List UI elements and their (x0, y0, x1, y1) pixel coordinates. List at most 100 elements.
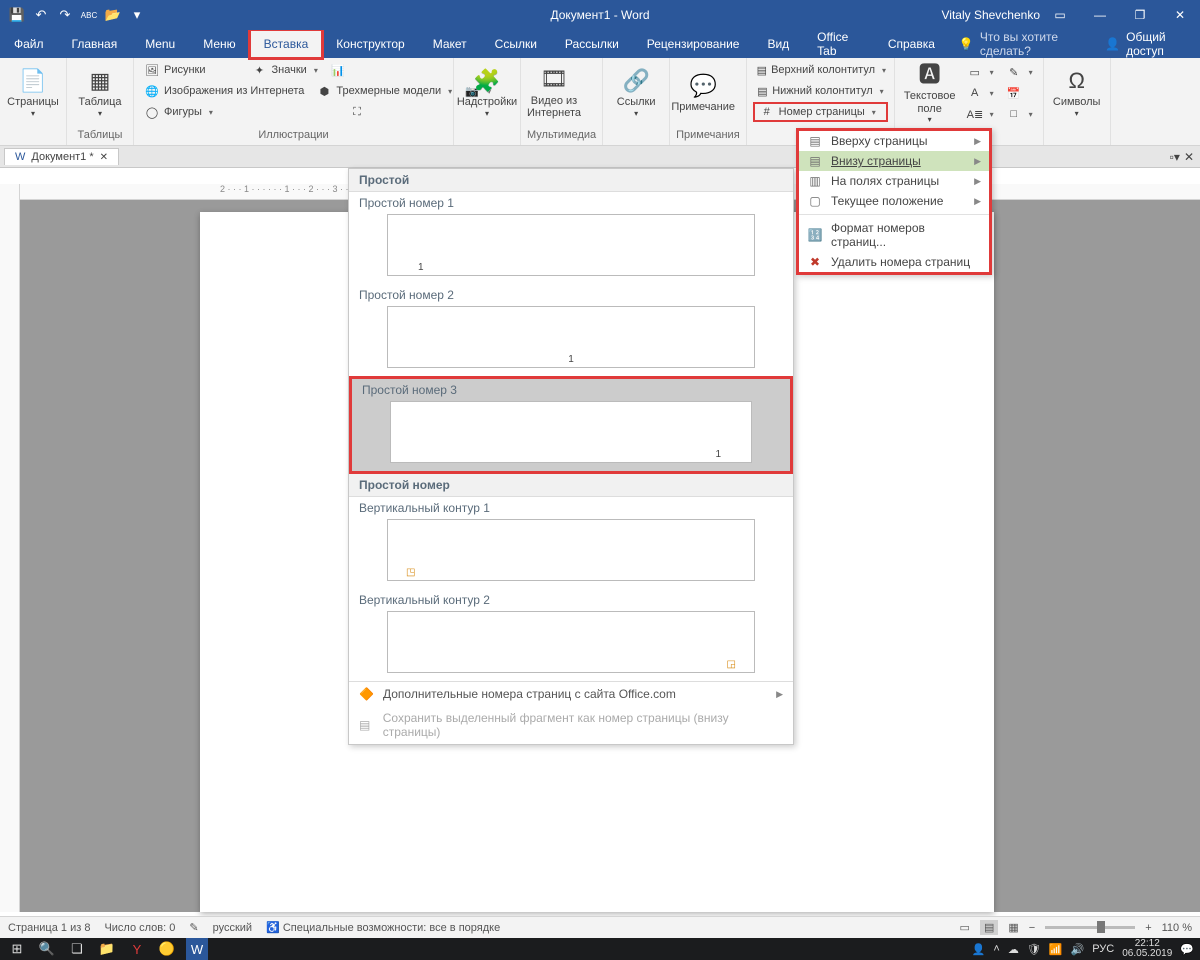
tray-up-icon[interactable]: ˄ (993, 943, 999, 955)
tab-layout[interactable]: Макет (419, 30, 481, 58)
chart-button[interactable]: 📊 (326, 60, 350, 80)
menu-format-page-numbers[interactable]: 🔢Формат номеров страниц... (799, 218, 989, 252)
defender-icon[interactable]: 🛡 (1027, 943, 1041, 956)
tray-language[interactable]: РУС (1092, 943, 1114, 955)
gallery-item-vertical-1[interactable]: Вертикальный контур 1 ◳ (349, 497, 793, 589)
symbols-button[interactable]: Ω Символы ▾ (1050, 60, 1104, 126)
gallery-item-plain-2[interactable]: Простой номер 2 1 (349, 284, 793, 376)
tab-view[interactable]: Вид (753, 30, 803, 58)
explorer-icon[interactable]: 📁 (96, 938, 118, 960)
tab-references[interactable]: Ссылки (481, 30, 551, 58)
online-pictures-button[interactable]: 🌐Изображения из Интернета (140, 81, 308, 101)
gallery-preview: ◲ (387, 611, 755, 673)
pictures-button[interactable]: 🖼Рисунки (140, 60, 210, 80)
status-accessibility[interactable]: ♿ Специальные возможности: все в порядке (266, 921, 500, 934)
tab-officetab[interactable]: Office Tab (803, 30, 874, 58)
zoom-level[interactable]: 110 % (1162, 922, 1192, 934)
people-icon[interactable]: 👤 (972, 943, 986, 956)
quickparts-button[interactable]: ▭ (963, 62, 998, 82)
menu-top-of-page[interactable]: ▤Вверху страницы▶ (799, 131, 989, 151)
menu-page-margins[interactable]: ▥На полях страницы▶ (799, 171, 989, 191)
new-tab-icon[interactable]: ▫▾ (1170, 150, 1180, 164)
3dmodels-button[interactable]: ⬢Трехмерные модели (312, 81, 456, 101)
tab-menu-ru[interactable]: Меню (189, 30, 249, 58)
task-view-icon[interactable]: ❏ (66, 938, 88, 960)
maximize-icon[interactable]: ❐ (1120, 0, 1160, 30)
start-icon[interactable]: ⊞ (6, 938, 28, 960)
gallery-item-plain-1[interactable]: Простой номер 1 1 (349, 192, 793, 284)
gallery-item-plain-3[interactable]: Простой номер 3 1 (349, 376, 793, 474)
spellcheck-icon[interactable]: ABC (78, 4, 100, 26)
datetime-button[interactable]: 📅 (1002, 83, 1037, 103)
notifications-icon[interactable]: 💬 (1180, 943, 1194, 956)
onedrive-icon[interactable]: ☁ (1008, 943, 1019, 956)
redo-icon[interactable]: ↷ (54, 4, 76, 26)
view-read-icon[interactable]: ▭ (960, 921, 970, 934)
tab-design[interactable]: Конструктор (322, 30, 418, 58)
zoom-slider[interactable] (1045, 926, 1135, 929)
minimize-icon[interactable]: — (1080, 0, 1120, 30)
tell-me-search[interactable]: 💡 Что вы хотите сделать? (949, 30, 1091, 58)
addins-button[interactable]: 🧩 Надстройки ▾ (460, 60, 514, 126)
table-button[interactable]: ▦ Таблица ▾ (73, 60, 127, 126)
status-page[interactable]: Страница 1 из 8 (8, 922, 90, 934)
menu-bottom-of-page[interactable]: ▤Внизу страницы▶ (799, 151, 989, 171)
page-number-button[interactable]: #Номер страницы (753, 102, 888, 122)
tab-review[interactable]: Рецензирование (633, 30, 754, 58)
object-icon: □ (1006, 108, 1022, 120)
zoom-in-icon[interactable]: + (1145, 922, 1151, 934)
network-icon[interactable]: 📶 (1049, 943, 1063, 956)
status-language[interactable]: русский (213, 922, 252, 934)
object-button[interactable]: □ (1002, 104, 1037, 124)
status-access-label: Специальные возможности: все в порядке (283, 922, 500, 934)
view-web-icon[interactable]: ▦ (1008, 921, 1018, 934)
tab-home[interactable]: Главная (58, 30, 132, 58)
pages-button[interactable]: 📄 Страницы ▾ (6, 60, 60, 126)
share-button[interactable]: 👤 Общий доступ (1091, 30, 1200, 58)
user-name[interactable]: Vitaly Shevchenko (941, 8, 1040, 22)
header-button[interactable]: ▤Верхний колонтитул (753, 60, 888, 80)
wordart-button[interactable]: A (963, 83, 998, 103)
comment-button[interactable]: 💬 Примечание (676, 60, 730, 126)
qat-more-icon[interactable]: ▾ (126, 4, 148, 26)
tray-clock[interactable]: 22:12 06.05.2019 (1122, 939, 1172, 959)
textbox-button[interactable]: 🅰 Текстовое поле ▾ (901, 60, 959, 126)
shapes-button[interactable]: ◯Фигуры (140, 102, 217, 122)
signature-button[interactable]: ✎ (1002, 62, 1037, 82)
tab-mailings[interactable]: Рассылки (551, 30, 633, 58)
ribbon-options-icon[interactable]: ▭ (1040, 0, 1080, 30)
video-button[interactable]: 🎞 Видео из Интернета (527, 60, 581, 126)
menu-remove-page-numbers[interactable]: ✖Удалить номера страниц (799, 252, 989, 272)
smartart-button[interactable]: ⛶ (345, 102, 369, 122)
page-top-icon: ▤ (807, 134, 823, 148)
status-spellcheck-icon[interactable]: ✎ (189, 921, 198, 934)
view-print-icon[interactable]: ▤ (980, 920, 998, 935)
menu-format-label: Формат номеров страниц... (831, 221, 981, 249)
status-word-count[interactable]: Число слов: 0 (104, 922, 175, 934)
save-icon[interactable]: 💾 (6, 4, 28, 26)
icons-button[interactable]: ✦Значки (248, 60, 322, 80)
volume-icon[interactable]: 🔊 (1071, 943, 1085, 956)
footer-button[interactable]: ▤Нижний колонтитул (753, 81, 888, 101)
open-icon[interactable]: 📂 (102, 4, 124, 26)
tab-help[interactable]: Справка (874, 30, 949, 58)
search-icon[interactable]: 🔍 (36, 938, 58, 960)
tab-menu[interactable]: Menu (131, 30, 189, 58)
close-tab-icon[interactable]: ✕ (100, 152, 108, 163)
zoom-out-icon[interactable]: − (1029, 922, 1035, 934)
dropcap-button[interactable]: A≣ (963, 104, 998, 124)
word-icon[interactable]: W (186, 938, 208, 960)
yandex-icon[interactable]: Y (126, 938, 148, 960)
vertical-ruler[interactable] (0, 184, 20, 912)
gallery-more-from-office[interactable]: 🔶Дополнительные номера страниц с сайта O… (349, 682, 793, 706)
links-button[interactable]: 🔗 Ссылки ▾ (609, 60, 663, 126)
tab-insert[interactable]: Вставка (250, 30, 323, 58)
document-tab[interactable]: W Документ1 * ✕ (4, 148, 119, 165)
gallery-item-vertical-2[interactable]: Вертикальный контур 2 ◲ (349, 589, 793, 681)
menu-current-position[interactable]: ▢Текущее положение▶ (799, 191, 989, 211)
close-icon[interactable]: ✕ (1184, 150, 1194, 164)
undo-icon[interactable]: ↶ (30, 4, 52, 26)
chrome-icon[interactable]: 🟡 (156, 938, 178, 960)
close-icon[interactable]: ✕ (1160, 0, 1200, 30)
tab-file[interactable]: Файл (0, 30, 58, 58)
